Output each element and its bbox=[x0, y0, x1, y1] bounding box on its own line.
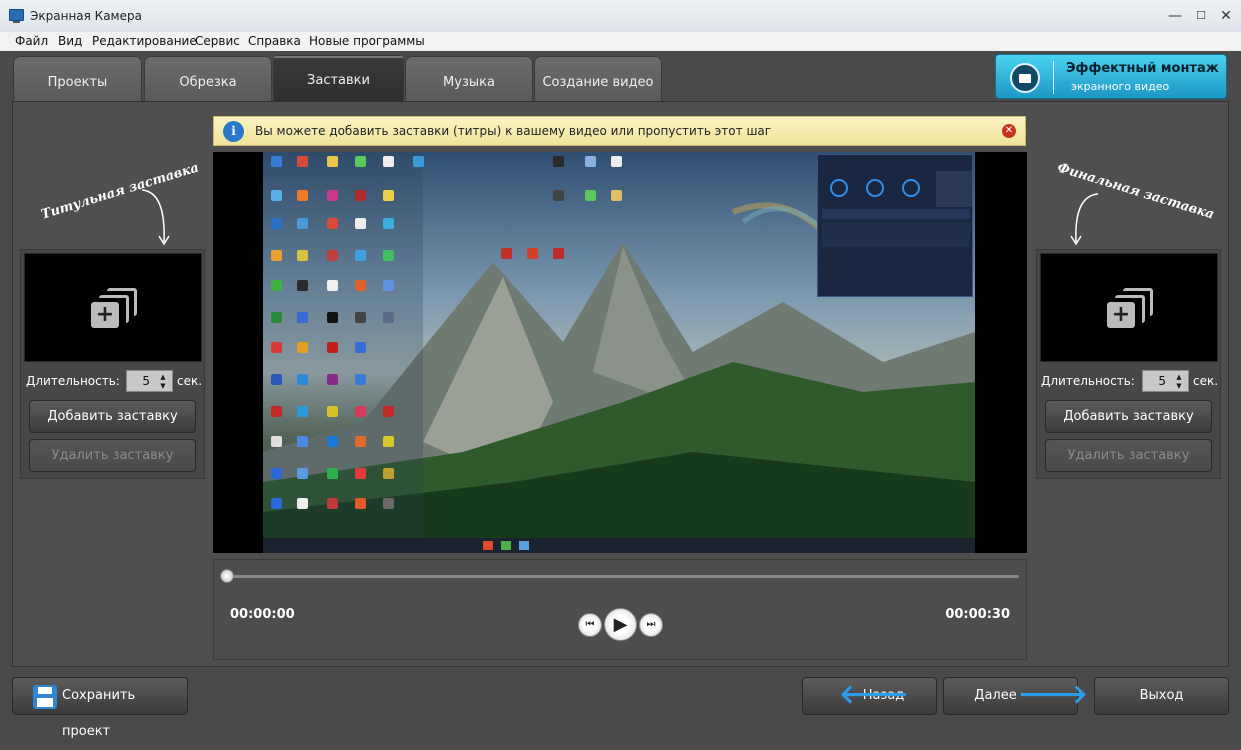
seek-handle[interactable] bbox=[220, 569, 234, 583]
close-window-button[interactable]: ✕ bbox=[1213, 6, 1239, 26]
tab-intros[interactable]: Заставки bbox=[273, 55, 404, 102]
duration-spinner[interactable]: 5 ▲ ▼ bbox=[126, 370, 173, 392]
save-project-button[interactable]: Сохранить проект bbox=[12, 677, 188, 739]
tab-music[interactable]: Музыка bbox=[405, 56, 533, 102]
floppy-icon bbox=[33, 685, 57, 709]
player-controls: 00:00:00 00:00:30 ⏮ ▶ ⏭ bbox=[213, 559, 1027, 660]
performance-monitor-window bbox=[817, 154, 973, 297]
next-button[interactable]: Далее 🡒 bbox=[943, 677, 1088, 715]
menu-new-programs[interactable]: Новые программы bbox=[309, 34, 425, 48]
total-time: 00:00:30 bbox=[945, 607, 1010, 622]
maximize-button[interactable]: ☐ bbox=[1188, 6, 1214, 26]
add-slides-icon: + bbox=[91, 288, 139, 330]
current-time: 00:00:00 bbox=[230, 607, 295, 622]
add-slides-icon: + bbox=[1107, 288, 1155, 330]
info-icon: i bbox=[223, 121, 244, 142]
video-preview bbox=[213, 152, 1027, 553]
chevron-down-icon[interactable]: ▼ bbox=[158, 382, 168, 390]
duration-spinner[interactable]: 5 ▲ ▼ bbox=[1142, 370, 1189, 392]
arrow-right-icon: 🡒 bbox=[1018, 680, 1088, 710]
chevron-up-icon[interactable]: ▲ bbox=[158, 373, 168, 381]
promo-separator bbox=[1053, 61, 1054, 94]
title-bar: Экранная Камера — ☐ ✕ bbox=[0, 0, 1241, 32]
remove-intro-button[interactable]: Удалить заставку bbox=[29, 439, 196, 472]
info-bar: i Вы можете добавить заставки (титры) к … bbox=[213, 116, 1026, 146]
seek-bar[interactable] bbox=[224, 575, 1019, 578]
close-info-icon[interactable]: ✕ bbox=[1002, 124, 1016, 138]
menu-file[interactable]: Файл bbox=[15, 34, 48, 48]
arrow-left-icon: 🡐 bbox=[839, 680, 909, 710]
final-intro-preview[interactable]: + bbox=[1040, 253, 1218, 362]
curved-arrow-icon bbox=[141, 189, 170, 246]
play-icon[interactable]: ▶ bbox=[604, 608, 637, 641]
skip-back-icon[interactable]: ⏮ bbox=[578, 613, 602, 637]
duration-label: Длительность: bbox=[26, 374, 120, 388]
save-project-label: Сохранить проект bbox=[62, 688, 136, 739]
duration-value: 5 bbox=[1158, 374, 1166, 388]
tab-trim[interactable]: Обрезка bbox=[144, 56, 272, 102]
minimize-button[interactable]: — bbox=[1162, 6, 1188, 26]
skip-forward-icon[interactable]: ⏭ bbox=[639, 613, 663, 637]
menu-edit[interactable]: Редактирование bbox=[92, 34, 197, 48]
title-intro-preview[interactable]: + bbox=[24, 253, 202, 362]
remove-final-button[interactable]: Удалить заставку bbox=[1045, 439, 1212, 472]
promo-banner[interactable]: Эффектный монтаж экранного видео bbox=[995, 54, 1227, 99]
tab-projects[interactable]: Проекты bbox=[13, 56, 142, 102]
duration-label: Длительность: bbox=[1041, 374, 1135, 388]
chevron-up-icon[interactable]: ▲ bbox=[1174, 373, 1184, 381]
next-label: Далее bbox=[974, 688, 1017, 703]
curved-arrow-icon bbox=[1070, 193, 1099, 246]
duration-unit: сек. bbox=[177, 374, 203, 388]
promo-subtitle: экранного видео bbox=[1071, 80, 1170, 93]
add-intro-button[interactable]: Добавить заставку bbox=[29, 400, 196, 433]
add-final-button[interactable]: Добавить заставку bbox=[1045, 400, 1212, 433]
taskbar bbox=[263, 538, 975, 553]
clapperboard-icon bbox=[1010, 63, 1040, 93]
app-icon bbox=[9, 9, 24, 23]
info-text: Вы можете добавить заставки (титры) к ва… bbox=[255, 124, 772, 138]
video-frame bbox=[263, 152, 975, 553]
exit-button[interactable]: Выход bbox=[1094, 677, 1229, 715]
duration-unit: сек. bbox=[1193, 374, 1219, 388]
menu-bar: Файл Вид Редактирование Сервис Справка Н… bbox=[0, 32, 1241, 51]
back-button[interactable]: 🡐 Назад bbox=[802, 677, 937, 715]
menu-help[interactable]: Справка bbox=[248, 34, 301, 48]
menu-service[interactable]: Сервис bbox=[195, 34, 240, 48]
promo-title: Эффектный монтаж bbox=[1066, 61, 1219, 76]
tab-create-video[interactable]: Создание видео bbox=[534, 56, 662, 102]
window-title: Экранная Камера bbox=[30, 9, 142, 23]
menu-view[interactable]: Вид bbox=[58, 34, 82, 48]
chevron-down-icon[interactable]: ▼ bbox=[1174, 382, 1184, 390]
duration-value: 5 bbox=[142, 374, 150, 388]
